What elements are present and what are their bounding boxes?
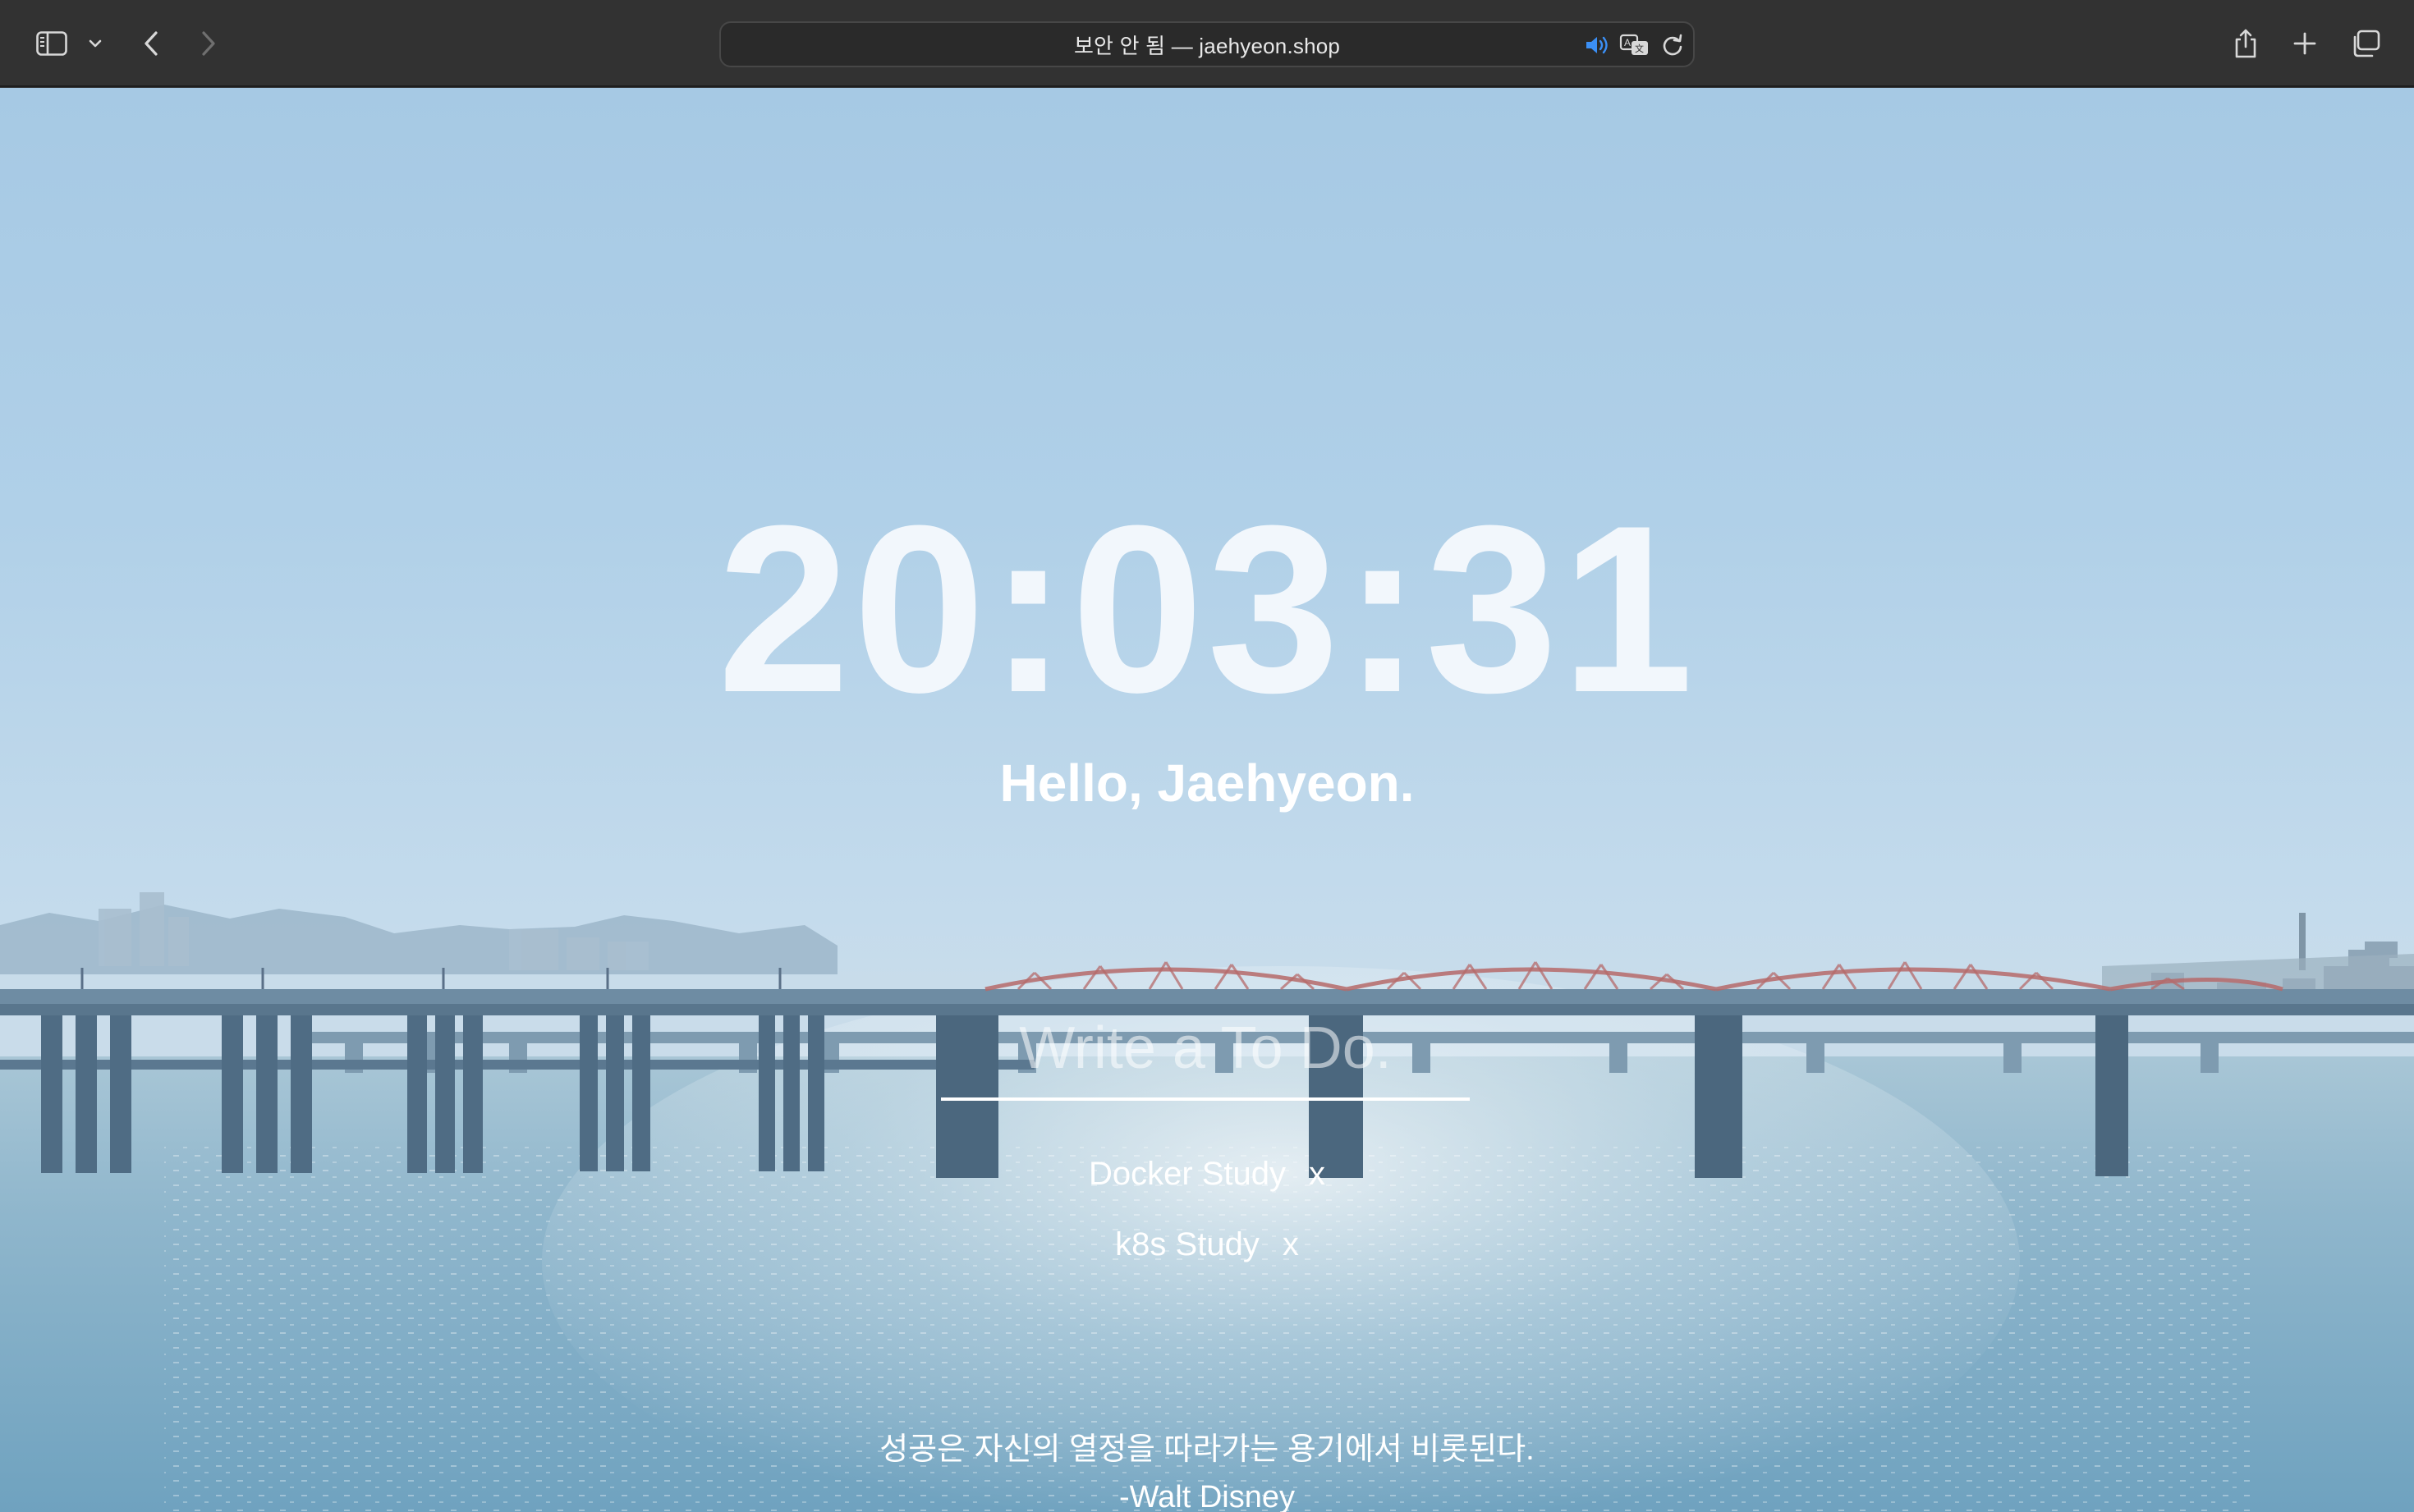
sidebar-icon[interactable] [30,21,74,66]
chevron-right-icon[interactable] [189,21,228,66]
page-viewport: 20:03:31 Hello, Jaehyeon. Docker Study x… [0,88,2414,1512]
reload-icon[interactable] [1657,31,1688,59]
tabs-overview-icon[interactable] [2343,21,2388,66]
todo-form [941,999,1470,1106]
todo-input[interactable] [941,999,1470,1101]
share-icon[interactable] [2224,21,2268,66]
quote-author: -Walt Disney [1119,1480,1295,1512]
chevron-down-icon[interactable] [82,21,108,66]
delete-todo-button[interactable]: x [1309,1156,1325,1193]
quote-text: 성공은 자신의 열정을 따라가는 용기에서 비롯된다. [879,1432,1535,1467]
greeting: Hello, Jaehyeon. [999,754,1415,813]
address-bar[interactable]: 보안 안 됨 — jaehyeon.shop A文 [719,21,1695,67]
todo-item: Docker Study x [0,1139,2414,1209]
todo-item: k8s Study x [0,1209,2414,1280]
todo-item-text: k8s Study [1115,1226,1260,1262]
svg-text:A: A [1624,37,1631,48]
clock: 20:03:31 [717,476,1697,742]
plus-icon[interactable] [2283,21,2327,66]
delete-todo-button[interactable]: x [1283,1226,1299,1263]
chevron-left-icon[interactable] [131,21,171,66]
speaker-icon[interactable] [1581,31,1613,59]
quote: 성공은 자신의 열정을 따라가는 용기에서 비롯된다. -Walt Disney [0,1426,2414,1512]
todo-list: Docker Study x k8s Study x [0,1139,2414,1280]
browser-toolbar: 보안 안 됨 — jaehyeon.shop A文 [0,0,2414,87]
translate-icon[interactable]: A文 [1619,31,1650,59]
address-text[interactable]: 보안 안 됨 — jaehyeon.shop [721,23,1693,66]
todo-item-text: Docker Study [1088,1155,1287,1192]
svg-text:文: 文 [1635,43,1644,54]
